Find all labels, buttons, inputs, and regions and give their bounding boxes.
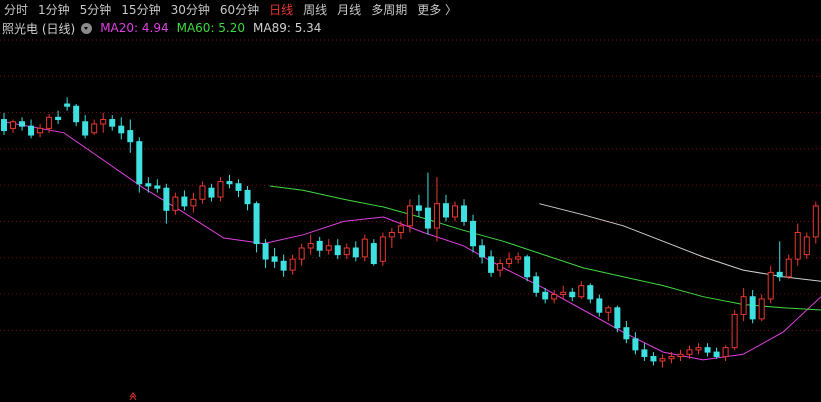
candle bbox=[614, 307, 621, 329]
kline-chart[interactable] bbox=[0, 0, 821, 402]
candle bbox=[722, 347, 729, 358]
candle bbox=[82, 121, 89, 136]
candle bbox=[1, 119, 7, 132]
candle bbox=[569, 291, 576, 298]
candle bbox=[91, 123, 98, 134]
candle bbox=[803, 236, 810, 256]
candle bbox=[524, 256, 531, 278]
candle bbox=[424, 207, 431, 229]
candle bbox=[596, 298, 603, 313]
candle bbox=[578, 285, 585, 298]
candle bbox=[280, 260, 287, 271]
ma20-line bbox=[3, 121, 821, 361]
candle bbox=[37, 127, 44, 134]
candle bbox=[163, 187, 170, 211]
candle bbox=[19, 121, 26, 127]
candle bbox=[262, 243, 269, 260]
candle bbox=[623, 327, 630, 340]
candle bbox=[749, 296, 756, 320]
candle bbox=[461, 205, 468, 222]
candle bbox=[452, 205, 458, 218]
candle bbox=[650, 356, 657, 362]
candle bbox=[767, 271, 774, 300]
candle bbox=[641, 349, 648, 358]
candle bbox=[271, 256, 278, 262]
candle bbox=[442, 203, 449, 218]
candle bbox=[235, 183, 242, 191]
candle bbox=[397, 225, 404, 233]
candle bbox=[208, 187, 215, 198]
candle bbox=[172, 196, 179, 211]
candle bbox=[217, 181, 224, 198]
candle bbox=[190, 198, 197, 207]
candle bbox=[46, 116, 53, 129]
candles bbox=[1, 97, 819, 368]
ma89-line bbox=[539, 203, 821, 282]
candle bbox=[316, 240, 323, 251]
candle bbox=[560, 291, 567, 296]
candle bbox=[812, 205, 819, 238]
candle bbox=[289, 258, 296, 271]
candle bbox=[334, 245, 341, 256]
candle bbox=[244, 189, 251, 205]
candle bbox=[659, 358, 666, 362]
candle bbox=[686, 349, 693, 355]
candle bbox=[551, 294, 558, 300]
candle bbox=[253, 203, 260, 245]
candle bbox=[470, 220, 477, 247]
candle bbox=[370, 243, 377, 264]
candle bbox=[298, 247, 305, 260]
candle bbox=[632, 338, 639, 351]
arrow-up-icon bbox=[129, 392, 137, 401]
candle bbox=[713, 351, 720, 358]
candle bbox=[785, 258, 792, 278]
candle bbox=[325, 245, 332, 251]
candle bbox=[497, 262, 504, 271]
candle bbox=[109, 119, 116, 127]
candle bbox=[406, 205, 413, 227]
candle bbox=[605, 307, 612, 313]
candle bbox=[379, 236, 386, 262]
candle bbox=[181, 196, 188, 207]
candle bbox=[542, 291, 549, 300]
candle bbox=[28, 125, 35, 136]
candle bbox=[776, 271, 783, 278]
candle bbox=[506, 258, 513, 264]
candle bbox=[794, 231, 801, 260]
candle bbox=[758, 298, 765, 320]
candle bbox=[515, 256, 522, 260]
candle bbox=[118, 125, 125, 134]
candle bbox=[587, 285, 594, 300]
candle bbox=[488, 256, 495, 273]
candle bbox=[433, 203, 440, 229]
candle bbox=[136, 141, 143, 185]
moving-average-lines bbox=[3, 121, 821, 361]
candle bbox=[704, 347, 711, 353]
candle bbox=[415, 205, 422, 211]
grid-lines bbox=[0, 39, 821, 331]
candle bbox=[533, 276, 540, 293]
candle bbox=[740, 296, 747, 315]
candle bbox=[352, 247, 359, 258]
candle bbox=[10, 121, 17, 129]
candle bbox=[731, 313, 738, 349]
candle bbox=[695, 347, 702, 351]
candle bbox=[677, 353, 684, 358]
candle bbox=[479, 245, 486, 258]
candle bbox=[145, 183, 152, 187]
candle bbox=[73, 105, 80, 123]
candle bbox=[64, 103, 71, 107]
candle bbox=[307, 243, 314, 249]
candle bbox=[127, 130, 134, 143]
candle bbox=[388, 231, 395, 238]
candle bbox=[343, 247, 350, 256]
candle bbox=[199, 185, 206, 200]
candle bbox=[55, 116, 62, 121]
candle bbox=[226, 181, 233, 185]
candle bbox=[100, 119, 107, 125]
candle bbox=[154, 185, 161, 189]
candle bbox=[361, 238, 368, 258]
candle bbox=[668, 356, 675, 360]
